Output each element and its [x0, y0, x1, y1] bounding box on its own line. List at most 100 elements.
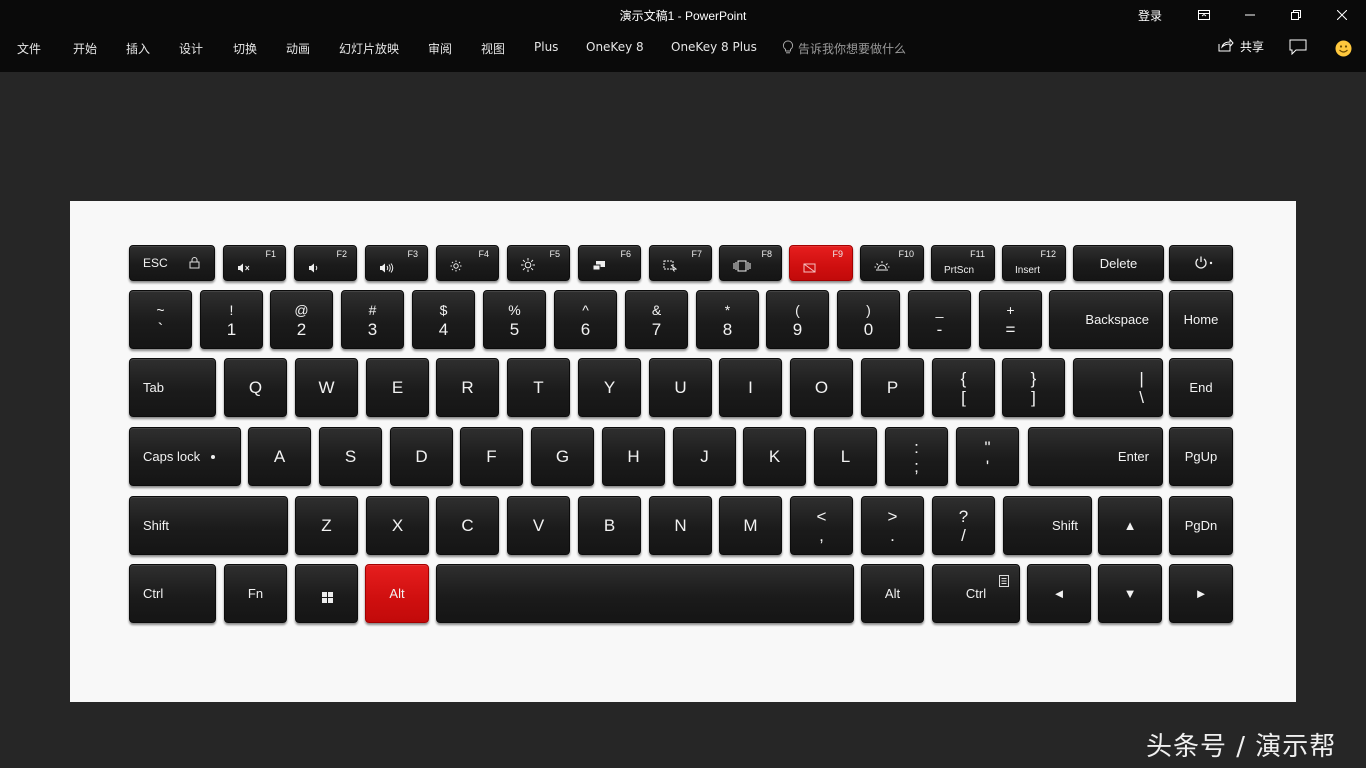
share-button[interactable]: 共享 [1218, 38, 1264, 55]
key-3: #3 [341, 290, 404, 349]
restore-icon[interactable] [1273, 0, 1319, 30]
key-c: C [436, 496, 499, 555]
tab-animations[interactable]: 动画 [286, 40, 310, 57]
fkey-label: F4 [478, 249, 489, 259]
minimize-icon[interactable] [1227, 0, 1273, 30]
key-label: B [603, 515, 616, 535]
key-f1: F1 [223, 245, 286, 281]
key-l: L [814, 427, 877, 486]
key-v: V [507, 496, 570, 555]
key-label: L [840, 446, 851, 466]
key-shift-label: $ [439, 301, 448, 318]
slide-canvas[interactable]: ESC F1 F2 F3 F4 F5 F6 F7 F8 F9 F10 F11 P… [70, 201, 1296, 702]
key-label: Enter [1117, 449, 1149, 464]
key-label: K [768, 446, 781, 466]
key-s: S [319, 427, 382, 486]
lock-icon [189, 256, 200, 274]
power-icon [1194, 256, 1214, 275]
ribbon-tabs: 文件 开始 插入 设计 切换 动画 幻灯片放映 审阅 视图 Plus OneKe… [0, 30, 1366, 72]
key-label: = [1005, 319, 1016, 339]
key-shift-label: ) [866, 301, 871, 318]
key-label: V [532, 515, 545, 535]
key-label: ; [914, 456, 919, 476]
key-b: B [578, 496, 641, 555]
key-shift-label: " [984, 437, 991, 457]
tell-me-search[interactable]: 告诉我你想要做什么 [782, 40, 906, 57]
key-delete: Delete [1073, 245, 1164, 281]
key-9: (9 [766, 290, 829, 349]
tab-onekey8[interactable]: OneKey 8 [586, 40, 644, 54]
tab-insert[interactable]: 插入 [126, 40, 150, 57]
tab-transitions[interactable]: 切换 [233, 40, 257, 57]
key-label: P [886, 377, 899, 397]
tab-plus[interactable]: Plus [534, 40, 558, 54]
key-right-arrow: ► [1169, 564, 1233, 623]
key-label: Caps lock [143, 449, 201, 464]
tab-file[interactable]: 文件 [17, 40, 41, 57]
key-m: M [719, 496, 782, 555]
tab-review[interactable]: 审阅 [428, 40, 452, 57]
key-label: N [674, 515, 687, 535]
brightness-up-icon [521, 258, 535, 277]
volume-down-icon [308, 260, 320, 278]
key-comma: <, [790, 496, 853, 555]
comments-icon[interactable] [1289, 39, 1307, 60]
key-u: U [649, 358, 712, 417]
left-arrow-icon: ◄ [1052, 586, 1066, 601]
key-shift-label: } [1030, 368, 1037, 388]
key-f5: F5 [507, 245, 570, 281]
key-shift-label: & [651, 301, 662, 318]
right-arrow-icon: ► [1194, 586, 1208, 601]
key-left-bracket: {[ [932, 358, 995, 417]
key-right-shift: Shift [1003, 496, 1092, 555]
key-quote: " ' [956, 427, 1019, 486]
fkey-label: F9 [832, 249, 843, 259]
tab-view[interactable]: 视图 [481, 40, 505, 57]
tab-slideshow[interactable]: 幻灯片放映 [339, 40, 399, 57]
key-shift-label: * [724, 301, 731, 318]
key-home: Home [1169, 290, 1233, 349]
key-label: C [461, 515, 474, 535]
display-switch-icon [733, 259, 751, 277]
key-shift-label: @ [294, 301, 309, 318]
tab-design[interactable]: 设计 [179, 40, 203, 57]
key-backslash: | \ [1073, 358, 1163, 417]
key-slash: ? / [932, 496, 995, 555]
key-label: PrtScn [944, 265, 975, 276]
tab-home[interactable]: 开始 [73, 40, 97, 57]
ribbon-display-options-icon[interactable] [1181, 0, 1227, 30]
smiley-feedback-icon[interactable] [1335, 40, 1352, 62]
key-label: 1 [226, 319, 237, 339]
key-r: R [436, 358, 499, 417]
title-bar: 演示文稿1 - PowerPoint 登录 [0, 0, 1366, 30]
key-label: / [961, 525, 966, 545]
down-arrow-icon: ▼ [1123, 586, 1137, 601]
key-label: PgDn [1184, 518, 1218, 533]
volume-up-icon [379, 260, 395, 278]
key-label: H [627, 446, 640, 466]
key-semicolon: :; [885, 427, 948, 486]
key-label: ESC [143, 256, 168, 270]
key-label: Alt [389, 586, 405, 601]
key-pgdn: PgDn [1169, 496, 1233, 555]
key-label: F [486, 446, 497, 466]
key-shift-label: ^ [582, 301, 589, 318]
login-button[interactable]: 登录 [1138, 7, 1162, 24]
key-f8: F8 [719, 245, 782, 281]
key-left-arrow: ◄ [1027, 564, 1091, 623]
fkey-label: F7 [691, 249, 702, 259]
tab-onekey8-plus[interactable]: OneKey 8 Plus [671, 40, 757, 54]
key-f3: F3 [365, 245, 428, 281]
key-t: T [507, 358, 570, 417]
key-label: 9 [792, 319, 803, 339]
fkey-label: F5 [549, 249, 560, 259]
key-d: D [390, 427, 453, 486]
key-label: Delete [1099, 255, 1138, 271]
key-tab: Tab [129, 358, 216, 417]
close-icon[interactable] [1319, 0, 1365, 30]
key-f12: F12 Insert [1002, 245, 1066, 281]
key-shift-label: < [816, 506, 827, 526]
key-space [436, 564, 854, 623]
fkey-label: F2 [336, 249, 347, 259]
key-label: 2 [296, 319, 307, 339]
